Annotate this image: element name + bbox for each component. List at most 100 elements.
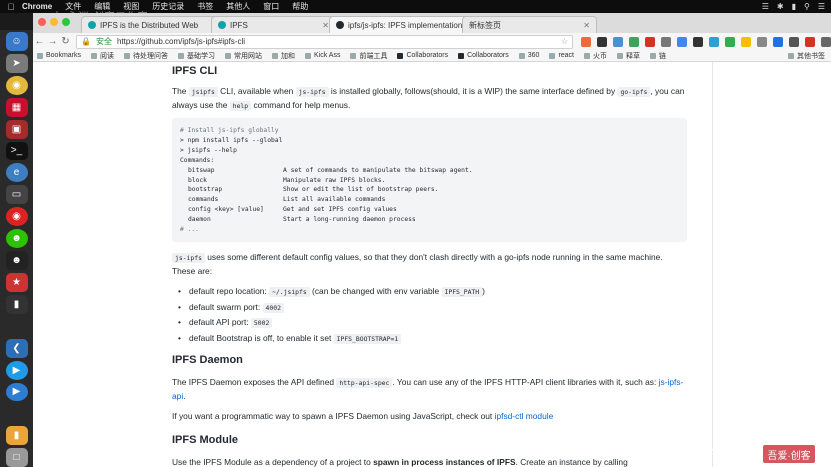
code-line: Commands: (180, 156, 215, 164)
folder-icon (91, 52, 98, 59)
list-item: default repo location: ~/.jsipfs (can be… (178, 285, 485, 301)
bookmark-star-icon[interactable]: ☆ (561, 37, 568, 46)
battery-icon[interactable]: ▮ (792, 2, 796, 11)
zoom-window-button[interactable] (62, 18, 70, 26)
command-row: bootstrap Show or edit the list of bootst… (188, 186, 439, 194)
menu-bookmarks[interactable]: 书签 (197, 1, 213, 12)
tab-js-ipfs[interactable]: ipfs/js-ipfs: IPFS implementation in Jav… (329, 16, 469, 33)
star-app-icon[interactable]: ★ (5, 272, 28, 292)
bookmark-item[interactable]: 前端工具 (350, 51, 387, 61)
menu-help[interactable]: 帮助 (292, 1, 308, 12)
dock-spacer (5, 404, 28, 424)
bookmark-item[interactable]: 加和 (272, 51, 295, 61)
menu-people[interactable]: 其他人 (226, 1, 250, 12)
secure-label: 安全 (95, 37, 112, 46)
bookmark-item[interactable]: 释草 (617, 51, 640, 61)
back-button[interactable]: ← (33, 36, 46, 47)
extension-icon[interactable] (709, 36, 720, 47)
qq-icon[interactable]: ☻ (5, 251, 28, 270)
address-bar[interactable]: 🔒 安全 https://github.com/ipfs/js-ipfs#ipf… (76, 34, 574, 49)
extension-icon[interactable] (725, 36, 736, 47)
web-page[interactable]: IPFS CLI The jsipfs CLI, available when … (33, 62, 831, 467)
cli-heading: IPFS CLI (172, 65, 218, 77)
bookmark-item[interactable]: react (549, 52, 574, 59)
weibo-icon[interactable]: ◉ (5, 207, 28, 227)
extension-icon[interactable] (677, 36, 688, 47)
bookmark-item[interactable]: Kick Ass (305, 52, 340, 59)
wifi-icon[interactable]: ☰ (762, 2, 769, 11)
tab-ipfs-distributed-web[interactable]: IPFS is the Distributed Web ✕ (81, 16, 231, 33)
screen-icon[interactable]: ▭ (5, 185, 28, 205)
github-favicon-icon (336, 21, 344, 29)
bookmark-item[interactable]: Collaborators (397, 52, 448, 59)
folder-icon (549, 52, 556, 59)
inline-code: js-ipfs (295, 87, 329, 97)
list-item: default swarm port: 4002 (178, 301, 485, 317)
apple-icon[interactable]:  (0, 2, 22, 12)
menu-chrome[interactable]: Chrome (22, 2, 52, 11)
vscode-icon[interactable]: ❮ (5, 338, 28, 358)
notification-icon[interactable]: ☰ (818, 2, 825, 11)
extension-icon[interactable] (661, 36, 672, 47)
terminal-icon[interactable]: >_ (5, 141, 28, 161)
extension-icon[interactable] (773, 36, 784, 47)
ipfs-favicon-icon (88, 21, 96, 29)
cli-code-block[interactable]: # Install js-ipfs globally > npm install … (172, 118, 687, 242)
forward-button[interactable]: → (46, 36, 59, 47)
finder-icon[interactable]: ☺ (5, 32, 28, 51)
search-icon[interactable]: ⚲ (804, 2, 810, 11)
wechat-icon[interactable]: ☻ (5, 229, 28, 249)
screen:  Chrome 文件 编辑 视图 历史记录 书签 其他人 窗口 帮助 ☰ ✱ … (0, 0, 831, 467)
other-bookmarks[interactable]: 其他书签 (788, 51, 825, 61)
extension-icon[interactable] (645, 36, 656, 47)
player-icon[interactable]: ▶ (5, 360, 28, 380)
bookmark-item[interactable]: Collaborators (458, 52, 509, 59)
app-red-icon[interactable]: ▦ (5, 97, 28, 117)
calendar-icon[interactable]: ▣ (5, 119, 28, 139)
archive-icon[interactable]: ▮ (5, 426, 28, 446)
minimize-window-button[interactable] (50, 18, 58, 26)
extension-icon[interactable] (629, 36, 640, 47)
folder-icon (178, 52, 185, 59)
extension-icon[interactable] (613, 36, 624, 47)
close-window-button[interactable] (38, 18, 46, 26)
browser-toolbar: ← → ↻ 🔒 安全 https://github.com/ipfs/js-ip… (33, 33, 831, 50)
bookmark-item[interactable]: 基础学习 (178, 51, 215, 61)
extension-icon[interactable] (789, 36, 800, 47)
extension-icon[interactable] (693, 36, 704, 47)
bookmark-item[interactable]: 阅读 (91, 51, 114, 61)
chrome-icon[interactable]: ◉ (5, 75, 28, 95)
menu-window[interactable]: 窗口 (263, 1, 279, 12)
extension-icon[interactable] (581, 36, 592, 47)
menu-dots-icon[interactable] (821, 36, 831, 47)
bookmark-item[interactable]: 常用网站 (225, 51, 262, 61)
url-text[interactable]: https://github.com/ipfs/js-ipfs#ipfs-cli (117, 37, 245, 46)
video-icon[interactable]: ▶ (5, 382, 28, 402)
bluetooth-icon[interactable]: ✱ (777, 2, 784, 11)
reload-button[interactable]: ↻ (59, 36, 72, 47)
watermark-badge: 吾爱·创客 (763, 445, 815, 463)
command-row: bitswap A set of commands to manipulate t… (188, 166, 473, 174)
bookmark-item[interactable]: 链 (650, 51, 666, 61)
tab-ipfs[interactable]: IPFS ✕ (211, 16, 336, 33)
extension-icon[interactable] (757, 36, 768, 47)
folder-icon (584, 52, 590, 59)
close-tab-icon[interactable]: ✕ (579, 21, 590, 30)
tab-new-tab[interactable]: 新标签页 ✕ (462, 16, 597, 33)
bookmark-item[interactable]: Bookmarks (37, 52, 81, 59)
trash-icon[interactable]: □ (5, 448, 28, 467)
inline-code: 5002 (250, 318, 273, 328)
ipfsd-ctl-link[interactable]: ipfsd-ctl module (495, 411, 554, 421)
extension-icon[interactable] (741, 36, 752, 47)
close-tab-icon[interactable]: ✕ (318, 21, 329, 30)
bookmark-item[interactable]: 360 (518, 52, 539, 59)
launchpad-icon[interactable]: ➤ (5, 53, 28, 73)
console-icon[interactable]: ▮ (5, 294, 28, 314)
bookmark-item[interactable]: 待处理问答 (124, 51, 168, 61)
bookmark-item[interactable]: 火币 (584, 51, 607, 61)
extension-icon[interactable] (805, 36, 816, 47)
config-paragraph: js-ipfs uses some different default conf… (172, 252, 663, 276)
edge-icon[interactable]: e (5, 163, 28, 183)
inline-code: IPFS_PATH (441, 287, 483, 297)
extension-icon[interactable] (597, 36, 608, 47)
